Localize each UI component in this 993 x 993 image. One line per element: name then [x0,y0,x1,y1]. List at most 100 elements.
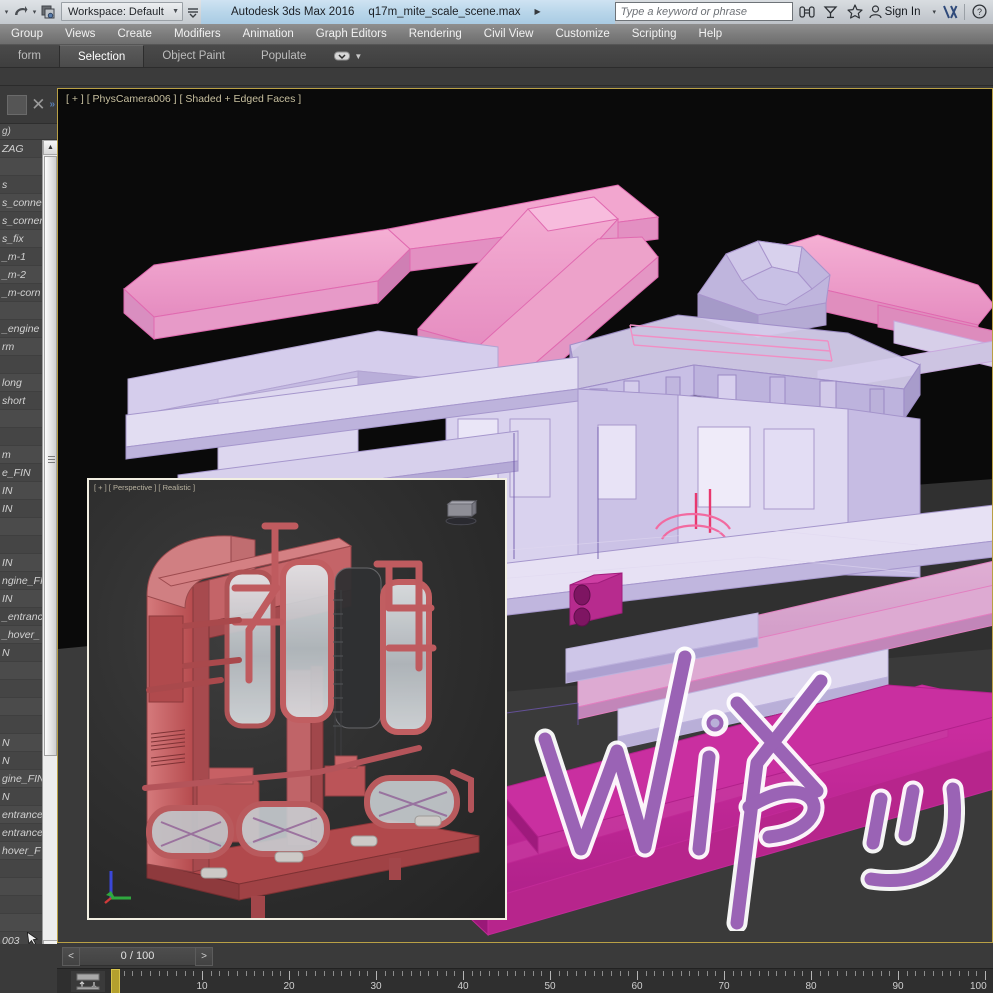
next-frame-button[interactable]: > [195,946,213,966]
menu-item-views[interactable]: Views [54,24,106,44]
viewcube-icon[interactable] [440,498,480,532]
toolbar-divider [964,3,965,20]
ribbon-dropdown-icon[interactable]: ▼ [324,45,372,67]
ruler-tick-minor [332,971,334,976]
menu-item-help[interactable]: Help [688,24,734,44]
menu-item-animation[interactable]: Animation [232,24,305,44]
search-input[interactable]: Type a keyword or phrase [614,2,793,21]
ruler-tick-minor [210,971,212,976]
ruler-tick-minor [593,971,595,976]
ruler-tick-minor [906,971,908,976]
chevron-double-right-icon[interactable]: » [49,99,55,110]
help-icon[interactable]: ? [969,2,989,22]
ruler-tick-label: 50 [544,981,556,992]
close-icon[interactable]: ✕ [31,96,45,113]
binoculars-icon[interactable] [797,2,817,22]
menu-item-civil-view[interactable]: Civil View [473,24,545,44]
prev-frame-button[interactable]: < [62,946,80,966]
redo-caret-icon[interactable]: ▾ [30,2,39,22]
satellite-dish-icon[interactable] [821,2,841,22]
ruler-tick-minor [245,971,247,976]
ruler-tick-minor [132,971,134,976]
ruler-tick-major [724,971,725,980]
ruler-tick-minor [141,971,143,976]
current-frame-field[interactable]: 0 / 100 [80,946,195,966]
workspace-combo[interactable]: Workspace: Default ▼ [61,2,183,21]
ruler-tick-minor [645,971,647,976]
qat-overflow-icon[interactable] [185,2,201,22]
ruler-tick-minor [680,971,682,976]
main-viewport[interactable]: [ + ] [ PhysCamera006 ] [ Shaded + Edged… [57,88,993,943]
menu-bar: Group Views Create Modifiers Animation G… [0,24,993,45]
save-file-icon[interactable] [40,2,57,22]
ruler-tick-minor [845,971,847,976]
playhead-handle[interactable] [111,969,120,993]
ruler-tick-minor [950,971,952,976]
scene-explorer-scrollbar[interactable]: ▲ ▼ [42,140,57,955]
scrollbar-thumb[interactable] [44,156,57,756]
ruler-tick-minor [384,971,386,976]
sign-in-button[interactable]: Sign In [869,4,920,19]
menu-item-scripting[interactable]: Scripting [621,24,688,44]
ruler-tick-minor [697,971,699,976]
ruler-tick-major [376,971,377,980]
color-swatch[interactable] [7,94,28,115]
time-slider-track[interactable] [213,944,993,968]
ruler-tick-minor [924,971,926,976]
doc-expand-caret-icon[interactable]: ▶ [535,7,541,16]
menu-item-modifiers[interactable]: Modifiers [163,24,232,44]
scene-explorer-list[interactable]: ZAG s s_conne s_corner s_fix _m-1 _m-2 _m-corn… [0,140,57,955]
menu-item-create[interactable]: Create [106,24,163,44]
ruler-tick-minor [915,971,917,976]
ruler-tick-minor [523,971,525,976]
menu-item-group[interactable]: Group [0,24,54,44]
menu-item-customize[interactable]: Customize [544,24,620,44]
ruler-tick-minor [219,971,221,976]
ruler-tick-minor [480,971,482,976]
bottom-left-corner: ▼ » [0,944,57,993]
ruler-tick-minor [828,971,830,976]
ruler-tick-label: 90 [892,981,904,992]
ruler-tick-minor [889,971,891,976]
ruler-tick-minor [854,971,856,976]
ruler-tick-minor [871,971,873,976]
chevron-down-icon: ▼ [172,8,179,15]
ruler-tick-minor [175,971,177,976]
ruler-tick-minor [941,971,943,976]
ruler-tick-minor [532,971,534,976]
ruler-tick-minor [750,971,752,976]
ruler-tick-minor [576,971,578,976]
ribbon-tab-bar: form Selection Object Paint Populate ▼ [0,45,993,68]
menu-item-graph-editors[interactable]: Graph Editors [305,24,398,44]
redo-icon[interactable] [12,2,29,22]
key-mode-toggle-icon[interactable] [71,971,105,992]
viewport-label: [ + ] [ PhysCamera006 ] [ Shaded + Edged… [66,93,302,105]
ruler-tick-major [550,971,551,980]
tab-form[interactable]: form [0,45,59,67]
scroll-up-arrow-icon[interactable]: ▲ [43,140,57,155]
star-icon[interactable] [845,2,865,22]
ruler-tick-major [637,971,638,980]
ruler-tick-minor [863,971,865,976]
ruler-tick-minor [837,971,839,976]
ruler-tick-minor [506,971,508,976]
frame-ruler[interactable]: 0102030405060708090100 [113,969,993,993]
tab-object-paint[interactable]: Object Paint [144,45,243,67]
nested-perspective-viewport[interactable]: [ + ] [ Perspective ] [ Realistic ] [87,478,507,920]
track-bar[interactable]: 0102030405060708090100 [57,968,993,993]
ruler-tick-minor [158,971,160,976]
undo-caret-icon[interactable]: ▾ [2,2,11,22]
ruler-tick-minor [671,971,673,976]
autodesk-x-icon[interactable] [940,2,960,22]
ruler-tick-minor [419,971,421,976]
ruler-tick-label: 10 [196,981,208,992]
app-title: Autodesk 3ds Max 2016 [231,5,355,18]
ruler-tick-minor [428,971,430,976]
signin-caret-icon[interactable]: ▾ [932,8,936,16]
menu-item-rendering[interactable]: Rendering [398,24,473,44]
red-machine-model [142,522,480,918]
tab-populate[interactable]: Populate [243,45,324,67]
ruler-tick-minor [741,971,743,976]
ruler-tick-minor [541,971,543,976]
tab-selection[interactable]: Selection [59,45,145,67]
